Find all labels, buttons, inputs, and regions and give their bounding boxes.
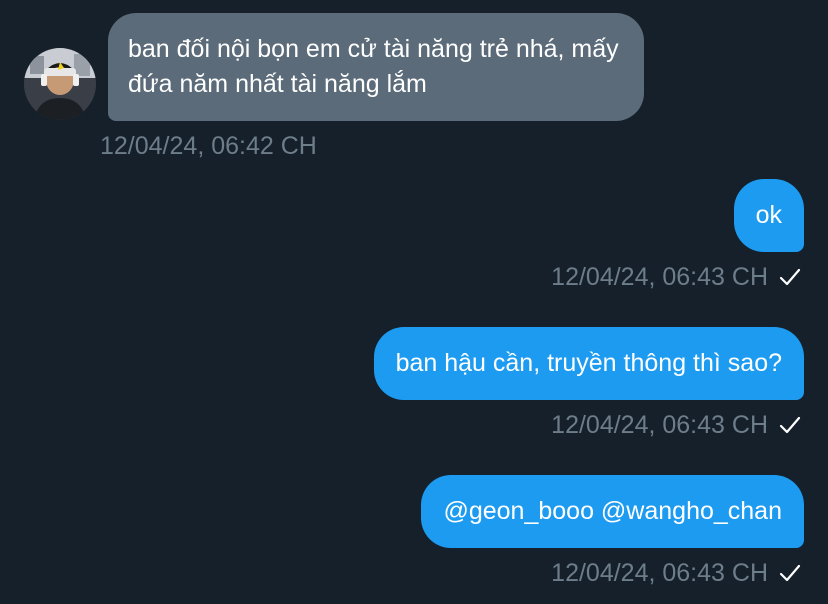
outgoing-message-meta: 12/04/24, 06:43 CH	[551, 558, 802, 588]
person-avatar-icon	[24, 48, 96, 120]
check-icon	[779, 268, 801, 286]
incoming-message-bubble[interactable]: ban đối nội bọn em cử tài năng trẻ nhá, …	[108, 13, 644, 121]
check-icon	[779, 416, 801, 434]
timestamp-text: 12/04/24, 06:42 CH	[100, 132, 317, 160]
outgoing-message-meta: 12/04/24, 06:43 CH	[551, 262, 802, 292]
outgoing-message-text: ok	[755, 201, 782, 229]
avatar[interactable]	[24, 48, 96, 120]
timestamp-text: 12/04/24, 06:43 CH	[551, 411, 768, 439]
outgoing-message-bubble[interactable]: ban hậu cần, truyền thông thì sao?	[373, 327, 804, 400]
timestamp-text: 12/04/24, 06:43 CH	[551, 559, 768, 587]
timestamp-text: 12/04/24, 06:43 CH	[551, 263, 768, 291]
outgoing-message-bubble[interactable]: ok	[733, 179, 804, 252]
outgoing-message-text: ban hậu cần, truyền thông thì sao?	[395, 349, 782, 377]
outgoing-message-text: @geon_booo @wangho_chan	[443, 497, 782, 525]
incoming-message-timestamp: 12/04/24, 06:42 CH	[100, 131, 317, 161]
incoming-message-text: ban đối nội bọn em cử tài năng trẻ nhá, …	[128, 35, 619, 98]
check-icon	[779, 564, 801, 582]
outgoing-message-bubble[interactable]: @geon_booo @wangho_chan	[421, 475, 804, 548]
outgoing-message-meta: 12/04/24, 06:43 CH	[551, 410, 802, 440]
